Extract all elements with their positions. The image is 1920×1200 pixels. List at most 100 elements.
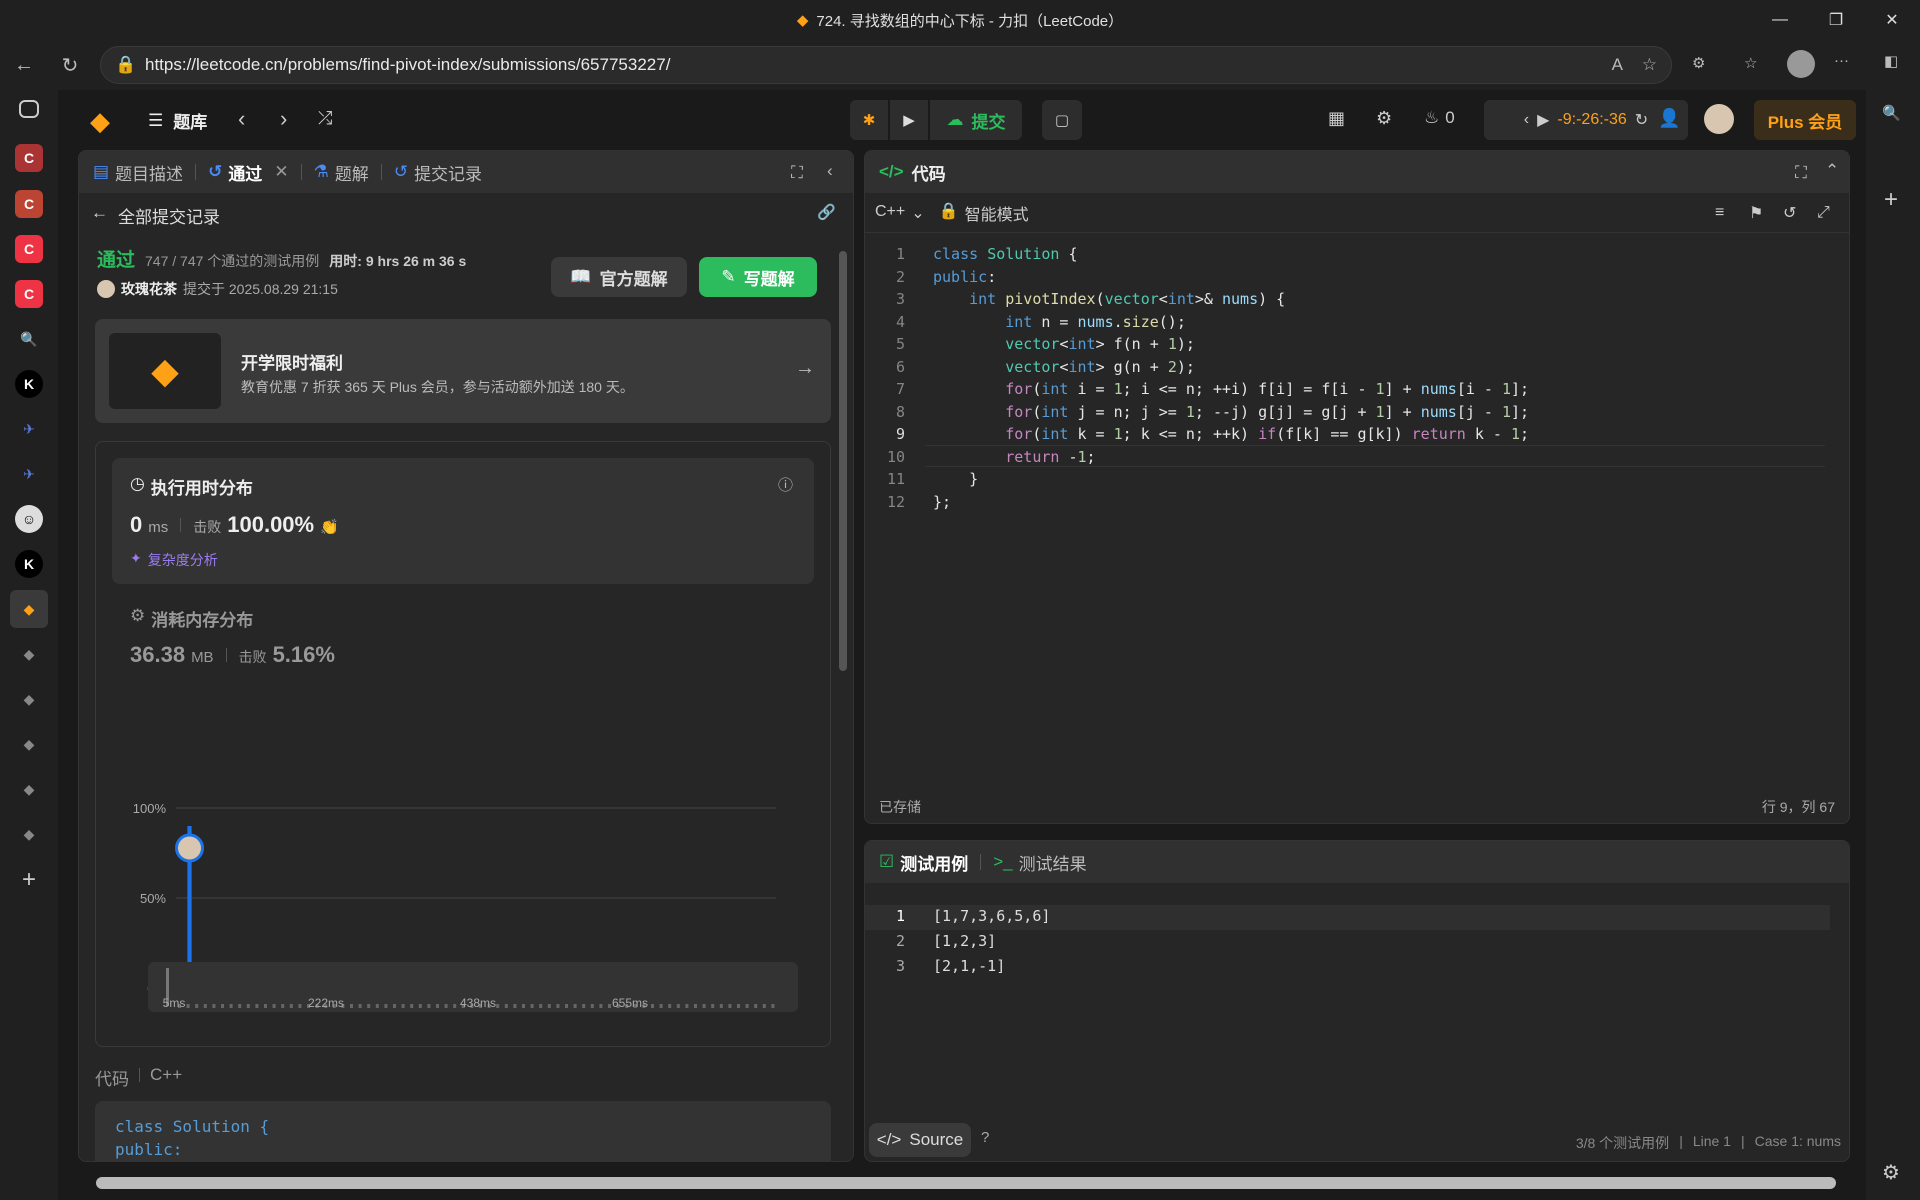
url-bar[interactable]: 🔒 https://leetcode.cn/problems/find-pivo… <box>100 46 1672 84</box>
code-editor[interactable]: 1 class Solution {2 public: 3 int pivotInde… <box>865 243 1849 743</box>
slider-bar <box>659 1004 663 1008</box>
collapse-up-icon[interactable]: ⌃ <box>1825 161 1839 181</box>
refresh-icon[interactable]: ↻ <box>50 45 90 85</box>
slider-bar <box>745 1004 749 1008</box>
info-icon[interactable]: ⓘ <box>778 474 793 495</box>
reset-icon[interactable]: ↻ <box>1635 110 1648 130</box>
fullscreen-icon[interactable]: ⛶ <box>791 163 803 183</box>
fullscreen-icon[interactable]: ⛶ <box>1795 163 1807 183</box>
tab-bird-icon[interactable]: ✈ <box>15 460 43 488</box>
user-avatar[interactable] <box>1704 104 1734 134</box>
horizontal-scrollbar[interactable] <box>96 1177 1836 1189</box>
submit-button[interactable]: ☁ 提交 <box>930 100 1022 140</box>
tab-test-result[interactable]: >_ 测试结果 <box>993 850 1086 875</box>
smart-mode[interactable]: 🔒 智能模式 <box>939 201 1029 225</box>
tab-leetcode-icon[interactable]: ◆ <box>15 685 43 713</box>
favorites-icon[interactable]: ☆ <box>1744 54 1757 72</box>
browser-toolbar: ← ↻ 🔒 https://leetcode.cn/problems/find-… <box>0 40 1920 90</box>
close-button[interactable]: ✕ <box>1864 0 1920 40</box>
play-icon[interactable]: ▶ <box>1537 110 1549 130</box>
bookmark-icon[interactable]: ⚑ <box>1749 203 1763 223</box>
user-position-avatar[interactable] <box>175 833 205 863</box>
back-to-submissions[interactable]: ← 全部提交记录 <box>91 203 220 228</box>
tab-bird-icon[interactable]: ✈ <box>15 415 43 443</box>
source-button[interactable]: </> Source <box>869 1123 971 1157</box>
tab-c-icon[interactable]: C <box>15 280 43 308</box>
language-select[interactable]: C++ ⌄ <box>875 203 925 223</box>
restore-button[interactable]: ❐ <box>1808 0 1864 40</box>
tab-accepted[interactable]: ↺ 通过 ✕ <box>208 160 289 185</box>
username[interactable]: 玫瑰花茶 <box>121 279 177 299</box>
settings-gear-icon[interactable]: ⚙ <box>1882 1160 1900 1185</box>
settings-icon[interactable]: ⚙ <box>1376 108 1392 129</box>
scrollbar[interactable] <box>839 251 847 671</box>
tab-k-icon[interactable]: K <box>15 550 43 578</box>
more-icon[interactable]: ··· <box>1834 52 1849 69</box>
memory-card[interactable]: ⚙ 消耗内存分布 36.38 MB 击败 5.16% <box>112 594 814 684</box>
runtime-card[interactable]: ◷ 执行用时分布 ⓘ 0 ms 击败 100.00% 👏 ✦ 复杂度分析 <box>112 458 814 584</box>
testcase-list[interactable]: 1 [1,7,3,6,5,6] 2 [1,2,3] 3 [2,1,-1] <box>865 905 1849 985</box>
undo-icon[interactable]: ↺ <box>1783 203 1796 223</box>
tab-k-icon[interactable]: K <box>15 370 43 398</box>
tab-leetcode-icon[interactable]: ◆ <box>15 640 43 668</box>
new-tab-plus-icon[interactable]: + <box>15 866 43 894</box>
close-tab-icon[interactable]: ✕ <box>274 162 288 182</box>
code-lang: C++ <box>150 1065 183 1084</box>
tab-actions-icon[interactable] <box>19 100 39 118</box>
streak-button[interactable]: ♨ 0 <box>1424 108 1455 128</box>
tab-c-icon[interactable]: C <box>15 190 43 218</box>
link-icon[interactable]: 🔗 <box>817 203 836 221</box>
testcase-row[interactable]: 3 [2,1,-1] <box>865 955 1830 980</box>
tab-leetcode-icon[interactable]: ◆ <box>15 820 43 848</box>
memory-title: 消耗内存分布 <box>151 611 254 630</box>
arrow-right-icon[interactable]: → <box>795 357 815 380</box>
favorite-star-icon[interactable]: ☆ <box>1642 55 1657 75</box>
testcase-count: 3/8 个测试用例 <box>1575 1135 1670 1151</box>
add-icon[interactable]: + <box>1884 186 1898 214</box>
debug-button[interactable]: ✱ <box>850 100 888 140</box>
tab-c-icon[interactable]: C <box>15 144 43 172</box>
tab-testcases[interactable]: ☑ 测试用例 <box>879 850 968 875</box>
tab-solutions[interactable]: ⚗ 题解 <box>314 160 369 185</box>
next-problem-icon[interactable]: › <box>280 106 287 132</box>
tab-c-icon[interactable]: C <box>15 235 43 263</box>
leetcode-logo-icon[interactable]: ◆ <box>90 106 110 137</box>
testcase-row[interactable]: 2 [1,2,3] <box>865 930 1830 955</box>
extensions-icon[interactable]: ⚙ <box>1692 54 1705 72</box>
slider-bar <box>694 1004 697 1008</box>
slider-tick-label: 438ms <box>460 996 496 1010</box>
problem-list-button[interactable]: ☰ 题库 <box>148 108 207 133</box>
tab-submissions[interactable]: ↺ 提交记录 <box>394 160 482 185</box>
promo-banner[interactable]: ◆ 开学限时福利 教育优惠 7 折获 365 天 Plus 会员，参与活动额外加… <box>95 319 831 423</box>
complexity-link[interactable]: ✦ 复杂度分析 <box>130 550 218 570</box>
tab-search-icon[interactable]: 🔍 <box>15 325 43 353</box>
run-button[interactable]: ▶ <box>890 100 928 140</box>
minimize-button[interactable]: — <box>1752 0 1808 40</box>
testcase-row[interactable]: 1 [1,7,3,6,5,6] <box>865 905 1830 930</box>
write-solution-button[interactable]: ✎ 写题解 <box>699 257 817 297</box>
layout-icon[interactable]: ▦ <box>1328 108 1345 129</box>
expand-icon[interactable]: ⤢ <box>1817 204 1830 222</box>
shuffle-icon[interactable]: ⤮ <box>318 108 332 129</box>
add-friend-icon[interactable]: 👤 <box>1658 108 1680 129</box>
tab-leetcode-icon[interactable]: ◆ <box>15 775 43 803</box>
help-icon[interactable]: ? <box>981 1129 989 1146</box>
profile-avatar[interactable] <box>1787 50 1815 78</box>
tab-leetcode-icon[interactable]: ◆ <box>15 730 43 758</box>
back-icon[interactable]: ← <box>4 45 44 85</box>
beats-label: 击败 <box>193 519 222 535</box>
chevron-left-icon[interactable]: ‹ <box>1524 111 1529 129</box>
copilot-icon[interactable]: ◧ <box>1884 52 1898 70</box>
plus-member-button[interactable]: Plus 会员 <box>1754 100 1856 140</box>
notes-button[interactable]: ▢ <box>1042 100 1082 140</box>
collapse-icon[interactable]: ‹ <box>827 161 833 181</box>
prev-problem-icon[interactable]: ‹ <box>238 106 245 132</box>
tab-description[interactable]: ▤ 题目描述 <box>93 160 183 185</box>
official-solution-button[interactable]: 📖 官方题解 <box>551 257 687 297</box>
user-avatar[interactable] <box>97 280 115 298</box>
tab-avatar-icon[interactable]: ☺ <box>15 505 43 533</box>
search-icon[interactable]: 🔍 <box>1882 104 1901 122</box>
read-aloud-icon[interactable]: A <box>1612 55 1623 75</box>
tab-leetcode-icon[interactable]: ◆ <box>10 590 48 628</box>
format-icon[interactable]: ≡ <box>1715 204 1724 222</box>
